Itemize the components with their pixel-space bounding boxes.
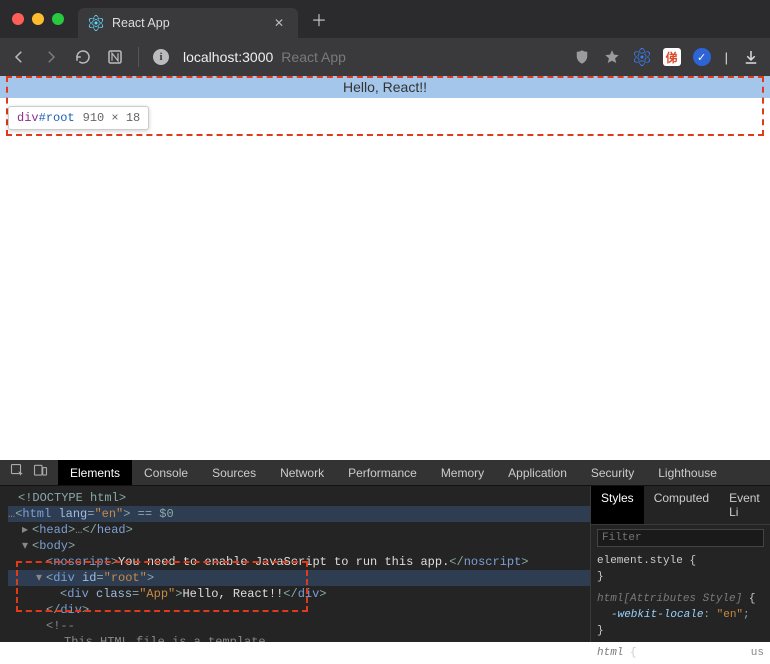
tooltip-tagname: div: [17, 111, 39, 125]
shield-icon[interactable]: [573, 48, 591, 66]
react-devtools-extension-icon[interactable]: [633, 48, 651, 66]
devtools-tab-performance[interactable]: Performance: [336, 460, 429, 485]
element-inspect-tooltip: div#root 910 × 18: [8, 106, 149, 130]
devtools-panel: Elements Console Sources Network Perform…: [0, 460, 770, 642]
extension-check-icon[interactable]: ✓: [693, 48, 711, 66]
tooltip-id: root: [46, 111, 75, 125]
rule-html: html: [597, 647, 623, 659]
bookmark-star-icon[interactable]: [603, 48, 621, 66]
url-page-title: React App: [281, 49, 346, 65]
tooltip-dimensions: 910 × 18: [83, 111, 141, 125]
window-traffic-lights: [12, 13, 64, 25]
browser-tab[interactable]: React App ✕: [78, 8, 298, 38]
new-tab-button[interactable]: ＋: [306, 6, 332, 32]
devtools-tab-lighthouse[interactable]: Lighthouse: [646, 460, 729, 485]
styles-tab-computed[interactable]: Computed: [644, 486, 719, 524]
downloads-button[interactable]: [742, 48, 760, 66]
tooltip-idprefix: #: [39, 111, 46, 125]
devtools-tab-sources[interactable]: Sources: [200, 460, 268, 485]
address-bar: i localhost:3000 React App 俤 ✓ |: [0, 38, 770, 76]
devtools-tabstrip: Elements Console Sources Network Perform…: [0, 460, 770, 486]
styles-filter-input[interactable]: [597, 529, 764, 547]
devtools-tab-network[interactable]: Network: [268, 460, 336, 485]
react-logo-icon: [88, 15, 104, 31]
window-close-button[interactable]: [12, 13, 24, 25]
dom-noscript-text: You need to enable JavaScript to run thi…: [118, 555, 449, 569]
nav-back-button[interactable]: [10, 48, 28, 66]
inspect-element-button[interactable]: [10, 463, 25, 482]
window-max-button[interactable]: [52, 13, 64, 25]
device-toolbar-button[interactable]: [33, 463, 48, 482]
dom-app-text: Hello, React!!: [182, 587, 283, 601]
devtools-left-controls: [0, 460, 58, 485]
dom-doctype: <!DOCTYPE html>: [18, 491, 126, 505]
app-hello-text: Hello, React!!: [343, 79, 427, 95]
url-host: localhost:3000: [183, 49, 273, 65]
url-field[interactable]: localhost:3000 React App: [183, 49, 559, 65]
styles-pane: Styles Computed Event Li element.style {…: [590, 486, 770, 642]
styles-tab-eventlisteners[interactable]: Event Li: [719, 486, 770, 524]
close-tab-button[interactable]: ✕: [270, 14, 288, 32]
window-min-button[interactable]: [32, 13, 44, 25]
dom-eq0: == $0: [138, 507, 174, 521]
styles-rules[interactable]: element.style { } html[Attributes Style]…: [591, 551, 770, 663]
nav-forward-button[interactable]: [42, 48, 60, 66]
inspected-element-overlay: Hello, React!!: [0, 76, 770, 98]
devtools-tab-elements[interactable]: Elements: [58, 460, 132, 485]
rule-prop: -webkit-locale: [611, 609, 703, 621]
dom-tree[interactable]: <!DOCTYPE html> …<html lang="en"> == $0 …: [0, 486, 590, 642]
toolbar-divider: |: [723, 50, 730, 65]
dom-comment-text: This HTML file is a template.: [64, 635, 273, 642]
tab-title: React App: [112, 16, 262, 30]
toolbar-right: 俤 ✓ |: [573, 48, 760, 66]
devtools-tab-application[interactable]: Application: [496, 460, 579, 485]
rule-element-style: element.style: [597, 555, 683, 567]
window-titlebar: React App ✕ ＋: [0, 0, 770, 38]
notion-extension-icon[interactable]: [106, 48, 124, 66]
separator: [138, 47, 139, 67]
reload-button[interactable]: [74, 48, 92, 66]
dom-comment-open: <!--: [46, 619, 75, 633]
devtools-tab-security[interactable]: Security: [579, 460, 646, 485]
rule-html-attrs: html[Attributes Style]: [597, 593, 742, 605]
styles-tab-styles[interactable]: Styles: [591, 486, 644, 524]
page-viewport: Hello, React!! div#root 910 × 18: [0, 76, 770, 463]
devtools-tab-console[interactable]: Console: [132, 460, 200, 485]
site-info-button[interactable]: i: [153, 49, 169, 65]
extension-icon[interactable]: 俤: [663, 48, 681, 66]
rule-source: us: [751, 645, 764, 661]
rule-val: "en": [717, 609, 743, 621]
devtools-tab-memory[interactable]: Memory: [429, 460, 496, 485]
